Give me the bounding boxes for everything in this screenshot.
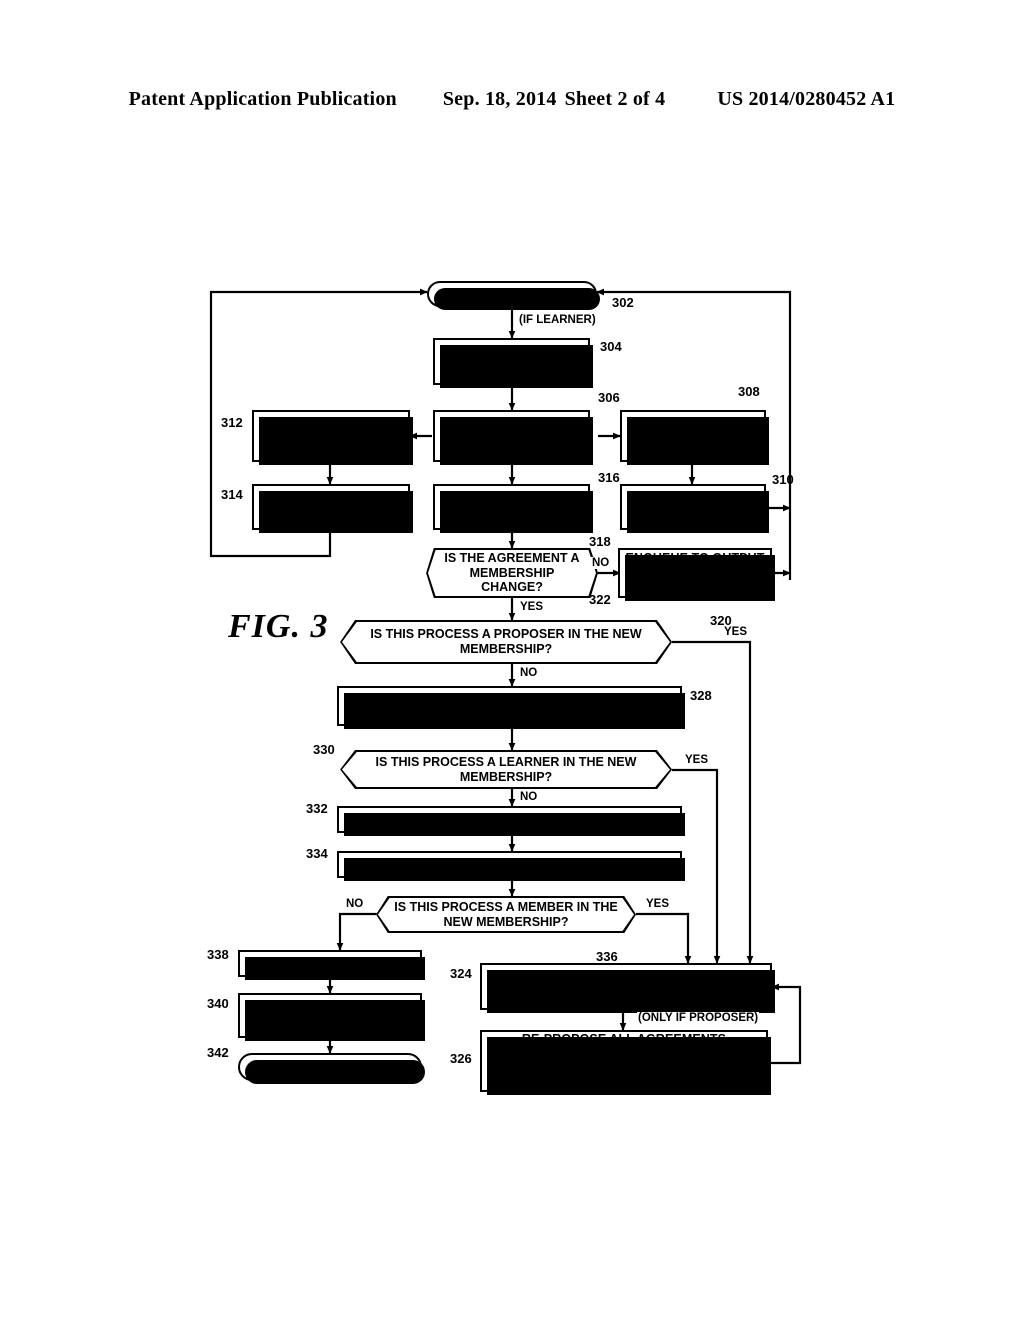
ref-318: 318 — [589, 534, 611, 549]
edge-label-318-yes: YES — [519, 601, 545, 613]
ref-326: 326 — [450, 1051, 472, 1066]
node-end: END — [238, 1053, 425, 1084]
ref-312: 312 — [221, 415, 243, 430]
ref-322: 322 — [589, 592, 611, 607]
ref-306: 306 — [598, 390, 620, 405]
node-uninstall-output-state-machine-label: UNINSTALL OUTPUT STATE MACHINE — [393, 857, 626, 872]
ref-330: 330 — [313, 742, 335, 757]
edge-label-only-if-proposer: (ONLY IF PROPOSER) — [637, 1012, 760, 1024]
ref-320: 320 — [710, 613, 732, 628]
node-start: START — [427, 281, 600, 310]
node-behind-the-last-output: BEHIND THE LAST OUTPUT — [620, 410, 769, 465]
ref-342: 342 — [207, 1045, 229, 1060]
decision-is-process-learner-new-membership-label: IS THIS PROCESS A LEARNER IN THE NEW MEM… — [375, 754, 637, 784]
node-invalid: INVALID — [620, 484, 769, 533]
ref-332: 332 — [306, 801, 328, 816]
decision-is-agreement-membership-change: IS THE AGREEMENT A MEMBERSHIP CHANGE? — [426, 548, 598, 598]
decision-is-process-proposer-new-membership-label: IS THIS PROCESS A PROPOSER IN THE NEW ME… — [370, 627, 642, 656]
ref-324: 324 — [450, 966, 472, 981]
node-remove-references-to-state-machine-label: REMOVE REFERENCES TO STATE MACHINE — [247, 1000, 413, 1030]
node-change-membership-associated-with-state-machine-label: CHANGE MEMBERSHIP ASSOCIATED WITH STATE … — [493, 971, 759, 1001]
ref-308: 308 — [738, 384, 760, 399]
node-at-the-last-output: AT THE LAST OUTPUT — [433, 484, 593, 533]
ref-310: 310 — [772, 472, 794, 487]
edge-label-if-learner: (IF LEARNER) — [518, 314, 597, 326]
node-re-propose-all-agreements-label: RE-PROPOSE ALL AGREEMENTS PROPOSED BY TH… — [517, 1031, 731, 1090]
edge-label-330-no: NO — [519, 791, 539, 803]
edge-label-320-no: NO — [519, 667, 539, 679]
node-discard-all-agreements-label: DISCARD ALL AGREEMENTS PROPOSED BY THIS … — [356, 691, 663, 720]
node-enqueue-agreement-label: ENQUEUE AGREEMENT — [290, 492, 372, 521]
ref-302: 302 — [612, 295, 634, 310]
node-ahead-of-last-output-label: AHEAD OF LAST OUTPUT — [279, 421, 383, 450]
node-uninstall-output-state-machine: UNINSTALL OUTPUT STATE MACHINE — [337, 851, 685, 881]
node-no-longer-an-acceptor-label: NO LONGER AN ACCEPTOR — [244, 956, 416, 971]
node-observe-next-agreement-label: OBSERVE NEXT AGREEMENT — [462, 346, 561, 376]
node-enqueue-to-output-proposal-sequence: ENQUEUE TO OUTPUT PROPOSAL SEQUENCE — [618, 548, 775, 601]
decision-is-process-member-new-membership-label: IS THIS PROCESS A MEMBER IN THE NEW MEMB… — [394, 899, 618, 929]
decision-is-agreement-membership-change-label: IS THE AGREEMENT A MEMBERSHIP CHANGE? — [444, 550, 580, 595]
node-discard-all-agreements: DISCARD ALL AGREEMENTS PROPOSED BY THIS … — [337, 686, 685, 729]
node-end-label: END — [315, 1059, 345, 1075]
node-no-longer-an-acceptor: NO LONGER AN ACCEPTOR — [238, 950, 425, 980]
node-observe-next-agreement: OBSERVE NEXT AGREEMENT — [433, 338, 593, 388]
node-characterize-next-agreement-key-label: CHARACTERIZE NEXT AGREEMENT KEY — [442, 421, 581, 450]
decision-is-process-proposer-new-membership: IS THIS PROCESS A PROPOSER IN THE NEW ME… — [340, 620, 672, 664]
node-behind-the-last-output-label: BEHIND THE LAST OUTPUT — [636, 421, 750, 450]
edge-label-330-yes: YES — [684, 754, 710, 766]
flowchart-figure: FIG. 3 START OBSERVE NEXT AGREEMENT CHAR… — [0, 0, 1024, 1320]
node-enqueue-to-output-proposal-sequence-label: ENQUEUE TO OUTPUT PROPOSAL SEQUENCE — [625, 550, 765, 595]
ref-336: 336 — [596, 949, 618, 964]
ref-334: 334 — [306, 846, 328, 861]
node-remove-references-to-state-machine: REMOVE REFERENCES TO STATE MACHINE — [238, 993, 425, 1041]
node-enqueue-agreement: ENQUEUE AGREEMENT — [252, 484, 413, 533]
ref-314: 314 — [221, 487, 243, 502]
figure-label: FIG. 3 — [228, 608, 329, 645]
ref-338: 338 — [207, 947, 229, 962]
ref-304: 304 — [600, 339, 622, 354]
node-invalid-label: INVALID — [668, 499, 718, 514]
edge-label-336-no: NO — [345, 898, 365, 910]
decision-is-process-member-new-membership: IS THIS PROCESS A MEMBER IN THE NEW MEMB… — [376, 896, 636, 933]
ref-316: 316 — [598, 470, 620, 485]
node-uninstall-output-proposal-sequence: UNINSTALL OUTPUT PROPOSAL SEQUENCE — [337, 806, 685, 836]
edge-label-318-no: NO — [591, 557, 611, 569]
node-at-the-last-output-label: AT THE LAST OUTPUT — [443, 499, 580, 514]
ref-328: 328 — [690, 688, 712, 703]
node-uninstall-output-proposal-sequence-label: UNINSTALL OUTPUT PROPOSAL SEQUENCE — [372, 812, 647, 827]
ref-340: 340 — [207, 996, 229, 1011]
decision-is-process-learner-new-membership: IS THIS PROCESS A LEARNER IN THE NEW MEM… — [340, 750, 672, 789]
node-ahead-of-last-output: AHEAD OF LAST OUTPUT — [252, 410, 413, 465]
node-start-label: START — [489, 286, 535, 302]
edge-label-336-yes: YES — [645, 898, 671, 910]
node-change-membership-associated-with-state-machine: CHANGE MEMBERSHIP ASSOCIATED WITH STATE … — [480, 963, 775, 1013]
node-re-propose-all-agreements: RE-PROPOSE ALL AGREEMENTS PROPOSED BY TH… — [480, 1030, 771, 1095]
node-characterize-next-agreement-key: CHARACTERIZE NEXT AGREEMENT KEY — [433, 410, 593, 465]
